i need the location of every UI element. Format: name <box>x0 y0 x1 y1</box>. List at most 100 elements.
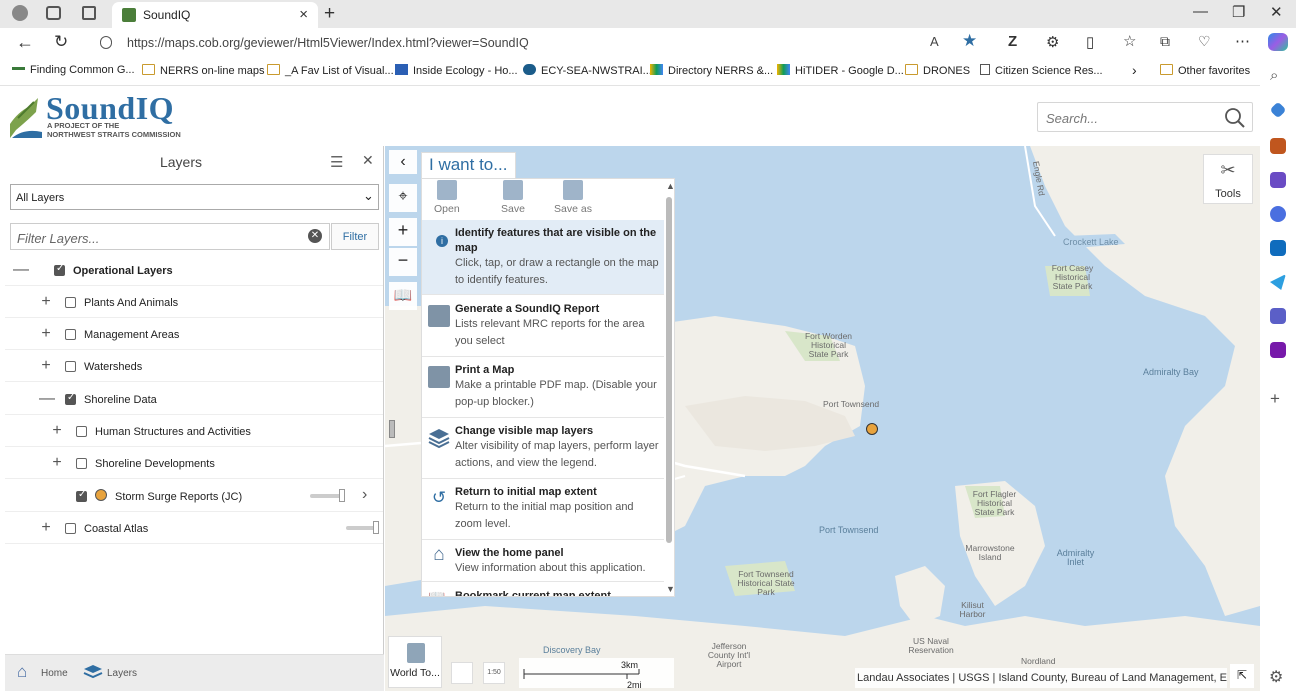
filter-layers-input[interactable]: Filter Layers... ✕ <box>10 223 330 250</box>
menu-item-layers[interactable]: Change visible map layers Alter visibili… <box>422 418 664 479</box>
restore-icon[interactable]: ❐ <box>1232 3 1245 21</box>
menu-item-initial-extent[interactable]: ↺ Return to initial map extent Return to… <box>422 479 664 540</box>
zoom-out-icon[interactable]: − <box>389 248 417 276</box>
url-field[interactable]: https://maps.cob.org/geviewer/Html5Viewe… <box>127 36 529 50</box>
browser-tab-soundiq[interactable]: SoundIQ × <box>112 2 318 28</box>
window-close-icon[interactable]: ✕ <box>1270 3 1283 21</box>
tab-layers[interactable]: Layers <box>107 668 137 679</box>
scrollbar-thumb[interactable] <box>666 197 672 543</box>
copilot-icon[interactable] <box>1268 33 1288 51</box>
zotero-extension-icon[interactable]: Z <box>1008 33 1017 50</box>
favorite-link[interactable]: Citizen Science Res... <box>980 64 1103 77</box>
menu-item-print[interactable]: Print a Map Make a printable PDF map. (D… <box>422 357 664 418</box>
bookmarks-icon[interactable]: 📖 <box>389 282 417 310</box>
scroll-down-icon[interactable]: ▼ <box>666 584 674 594</box>
chevron-right-icon[interactable]: › <box>1132 62 1137 78</box>
layer-checkbox[interactable] <box>65 329 76 340</box>
office-icon[interactable] <box>1270 206 1286 222</box>
collections-icon[interactable]: ⧉ <box>1160 33 1170 50</box>
world-to-button[interactable]: World To... <box>388 636 442 688</box>
extensions-icon[interactable]: ⚙ <box>1046 33 1059 51</box>
teams-icon[interactable] <box>1270 308 1286 324</box>
layer-row-plants[interactable]: + Plants And Animals <box>5 286 383 318</box>
split-screen-icon[interactable]: ▯ <box>1086 33 1094 51</box>
zoom-in-icon[interactable]: + <box>389 218 417 246</box>
save-button[interactable]: Save <box>501 180 525 215</box>
layer-row-shoreline-dev[interactable]: + Shoreline Developments <box>5 447 383 479</box>
slider-thumb[interactable] <box>339 489 345 502</box>
tab-actions-icon[interactable] <box>82 6 96 20</box>
storm-surge-marker[interactable] <box>866 423 878 435</box>
layer-row-human-structures[interactable]: + Human Structures and Activities <box>5 415 383 447</box>
layers-icon[interactable] <box>83 664 103 680</box>
collapse-icon[interactable]: — <box>13 261 29 279</box>
layer-row-watersheds[interactable]: + Watersheds <box>5 350 383 382</box>
home-icon[interactable]: ⌂ <box>17 662 27 682</box>
search-input[interactable]: Search... <box>1037 102 1253 132</box>
scroll-up-icon[interactable]: ▲ <box>666 181 674 191</box>
favorite-link[interactable]: HiTIDER - Google D... <box>777 64 904 77</box>
layer-row-operational[interactable]: — Operational Layers <box>5 254 383 286</box>
opacity-slider[interactable] <box>310 489 345 502</box>
close-panel-icon[interactable]: ✕ <box>362 152 374 169</box>
panel-menu-icon[interactable]: ☰ <box>330 153 343 171</box>
expand-icon[interactable]: + <box>39 293 53 311</box>
layer-checkbox[interactable] <box>65 297 76 308</box>
layer-checkbox[interactable] <box>76 489 87 502</box>
new-tab-icon[interactable]: + <box>324 3 335 25</box>
opacity-slider[interactable] <box>346 521 379 534</box>
tab-home[interactable]: Home <box>41 668 68 679</box>
read-aloud-icon[interactable]: A <box>930 34 939 49</box>
favorite-folder[interactable]: _A Fav List of Visual... <box>267 64 394 77</box>
site-info-icon[interactable] <box>100 36 112 49</box>
menu-item-identify[interactable]: i Identify features that are visible on … <box>422 220 664 295</box>
people-icon[interactable] <box>1270 172 1286 188</box>
layer-checkbox[interactable] <box>54 263 65 276</box>
locate-me-icon[interactable]: ⌖ <box>389 184 417 212</box>
filter-button[interactable]: Filter <box>331 223 379 250</box>
settings-more-icon[interactable]: ⋯ <box>1235 32 1250 50</box>
favorite-folder[interactable]: DRONES <box>905 64 970 77</box>
close-tab-icon[interactable]: × <box>299 6 308 23</box>
workspaces-icon[interactable] <box>46 6 61 20</box>
favorite-link[interactable]: Finding Common G... <box>12 64 135 76</box>
tools-briefcase-icon[interactable] <box>1270 138 1286 154</box>
browser-essentials-icon[interactable]: ♡ <box>1198 33 1211 50</box>
search-icon[interactable]: ⌕ <box>1270 67 1278 84</box>
onenote-icon[interactable] <box>1270 342 1286 358</box>
favorite-link[interactable]: Directory NERRS &... <box>650 64 773 77</box>
layer-checkbox[interactable] <box>65 361 76 372</box>
menu-item-home-panel[interactable]: ⌂ View the home panel View information a… <box>422 540 664 582</box>
expand-icon[interactable]: + <box>39 325 53 343</box>
other-favorites-folder[interactable]: Other favorites <box>1160 64 1250 77</box>
favorite-link[interactable]: Inside Ecology - Ho... <box>395 64 518 77</box>
profile-icon[interactable] <box>12 5 28 21</box>
collapse-panel-icon[interactable]: ‹ <box>389 150 417 174</box>
sidebar-settings-icon[interactable]: ⚙ <box>1269 667 1283 687</box>
search-icon[interactable] <box>1224 107 1246 129</box>
overview-map-icon[interactable] <box>451 662 473 684</box>
tools-button[interactable]: ✂ Tools <box>1203 154 1253 204</box>
layer-row-storm-surge[interactable]: Storm Surge Reports (JC) › <box>5 480 383 512</box>
menu-item-report[interactable]: Generate a SoundIQ Report Lists relevant… <box>422 296 664 357</box>
panel-resize-handle[interactable] <box>389 420 395 438</box>
chevron-right-icon[interactable]: › <box>362 486 367 504</box>
favorite-star-icon[interactable]: ★ <box>962 31 977 51</box>
expand-icon[interactable]: + <box>39 519 53 537</box>
back-icon[interactable]: ← <box>16 32 34 53</box>
expand-attribution-icon[interactable]: ⇱ <box>1230 664 1254 688</box>
minimize-icon[interactable]: — <box>1193 3 1208 20</box>
layer-checkbox[interactable] <box>65 523 76 534</box>
favorite-folder[interactable]: NERRS on-line maps <box>142 64 265 77</box>
shopping-tag-icon[interactable] <box>1269 101 1287 119</box>
send-icon[interactable] <box>1270 274 1286 290</box>
save-as-button[interactable]: Save as <box>554 180 592 215</box>
menu-item-bookmark[interactable]: 📖 Bookmark current map extent <box>422 583 664 596</box>
expand-icon[interactable]: + <box>39 357 53 375</box>
open-button[interactable]: Open <box>434 180 460 215</box>
layer-row-shoreline[interactable]: — Shoreline Data <box>5 383 383 415</box>
layer-checkbox[interactable] <box>76 426 87 437</box>
add-app-icon[interactable]: + <box>1270 389 1280 409</box>
collapse-icon[interactable]: — <box>39 390 55 408</box>
i-want-to-header[interactable]: I want to... <box>421 152 516 178</box>
